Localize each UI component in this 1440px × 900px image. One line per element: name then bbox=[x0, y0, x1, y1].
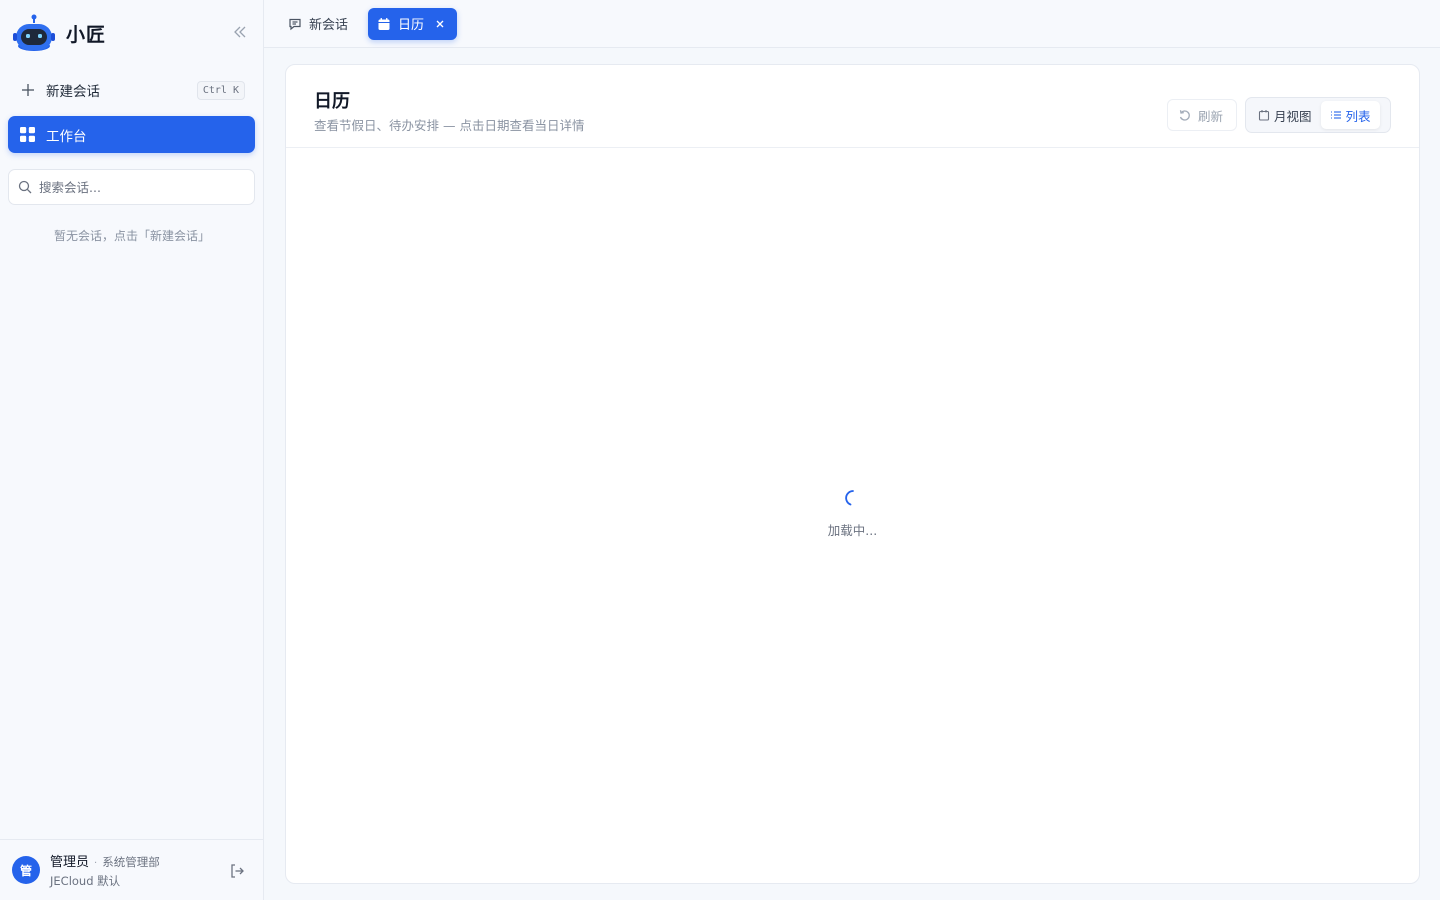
refresh-label: 刷新 bbox=[1198, 108, 1224, 124]
brand-name: 小匠 bbox=[66, 23, 107, 46]
refresh-icon bbox=[1179, 110, 1190, 121]
tab-label: 日历 bbox=[398, 18, 425, 33]
user-department: 系统管理部 bbox=[102, 855, 160, 869]
chat-icon bbox=[289, 18, 301, 30]
user-info: 管理员 · 系统管理部 JECloud 默认 bbox=[50, 851, 160, 889]
empty-conversations-hint: 暂无会话，点击「新建会话」 bbox=[53, 229, 210, 243]
calendar-panel: 日历 查看节假日、待办安排 — 点击日期查看当日详情 刷新 月视图 列表 加载中… bbox=[285, 64, 1420, 884]
close-icon[interactable] bbox=[435, 19, 445, 29]
tab-new-chat[interactable]: 新会话 bbox=[279, 8, 360, 40]
calendar-outline-icon bbox=[1258, 110, 1270, 121]
sidebar: 小匠 新建会话 Ctrl K 工作台 暂无 bbox=[0, 0, 264, 900]
avatar[interactable]: 管 bbox=[12, 856, 40, 884]
plus-icon bbox=[22, 84, 34, 96]
user-bar: 管 管理员 · 系统管理部 JECloud 默认 bbox=[0, 839, 264, 900]
tab-label: 新会话 bbox=[309, 18, 349, 33]
chevrons-left-icon bbox=[234, 26, 246, 38]
collapse-sidebar-button[interactable] bbox=[230, 22, 250, 42]
view-toggle: 月视图 列表 bbox=[1245, 97, 1391, 133]
calendar-header: 日历 查看节假日、待办安排 — 点击日期查看当日详情 刷新 月视图 列表 bbox=[286, 65, 1419, 148]
tab-bar: 新会话 日历 bbox=[264, 0, 1440, 48]
separator-dot: · bbox=[94, 858, 98, 869]
shortcut-badge: Ctrl K bbox=[196, 81, 245, 100]
grid-icon bbox=[20, 127, 35, 142]
robot-icon bbox=[13, 14, 55, 51]
user-tenant: JECloud 默认 bbox=[50, 874, 121, 888]
main-area: 新会话 日历 日历 查看节假日、待办安排 — 点击日期查看当日详情 刷新 月视图… bbox=[264, 0, 1440, 900]
view-list-label: 列表 bbox=[1345, 108, 1371, 124]
workbench-label: 工作台 bbox=[46, 128, 87, 145]
view-month-label: 月视图 bbox=[1274, 108, 1312, 124]
new-chat-button[interactable]: 新建会话 Ctrl K bbox=[8, 72, 255, 108]
view-month-button[interactable]: 月视图 bbox=[1249, 101, 1321, 129]
app-root: 小匠 新建会话 Ctrl K 工作台 暂无 bbox=[0, 0, 1440, 900]
view-list-button[interactable]: 列表 bbox=[1320, 101, 1380, 129]
search-icon bbox=[18, 180, 32, 194]
refresh-button[interactable]: 刷新 bbox=[1167, 99, 1237, 131]
user-name: 管理员 bbox=[50, 855, 90, 870]
sidebar-item-workbench[interactable]: 工作台 bbox=[8, 116, 255, 153]
search-box bbox=[8, 169, 255, 205]
search-input[interactable] bbox=[39, 179, 239, 195]
list-icon bbox=[1330, 111, 1341, 119]
page-subtitle: 查看节假日、待办安排 — 点击日期查看当日详情 bbox=[314, 118, 585, 133]
tab-calendar[interactable]: 日历 bbox=[368, 7, 458, 40]
calendar-icon bbox=[378, 17, 390, 30]
loading-indicator: 加载中... bbox=[286, 489, 1419, 539]
new-chat-label: 新建会话 bbox=[46, 84, 100, 100]
loading-text: 加载中... bbox=[827, 523, 878, 538]
spinner-icon bbox=[844, 490, 854, 506]
logout-icon[interactable] bbox=[228, 862, 246, 880]
brand: 小匠 bbox=[12, 13, 106, 53]
page-title: 日历 bbox=[314, 91, 350, 112]
